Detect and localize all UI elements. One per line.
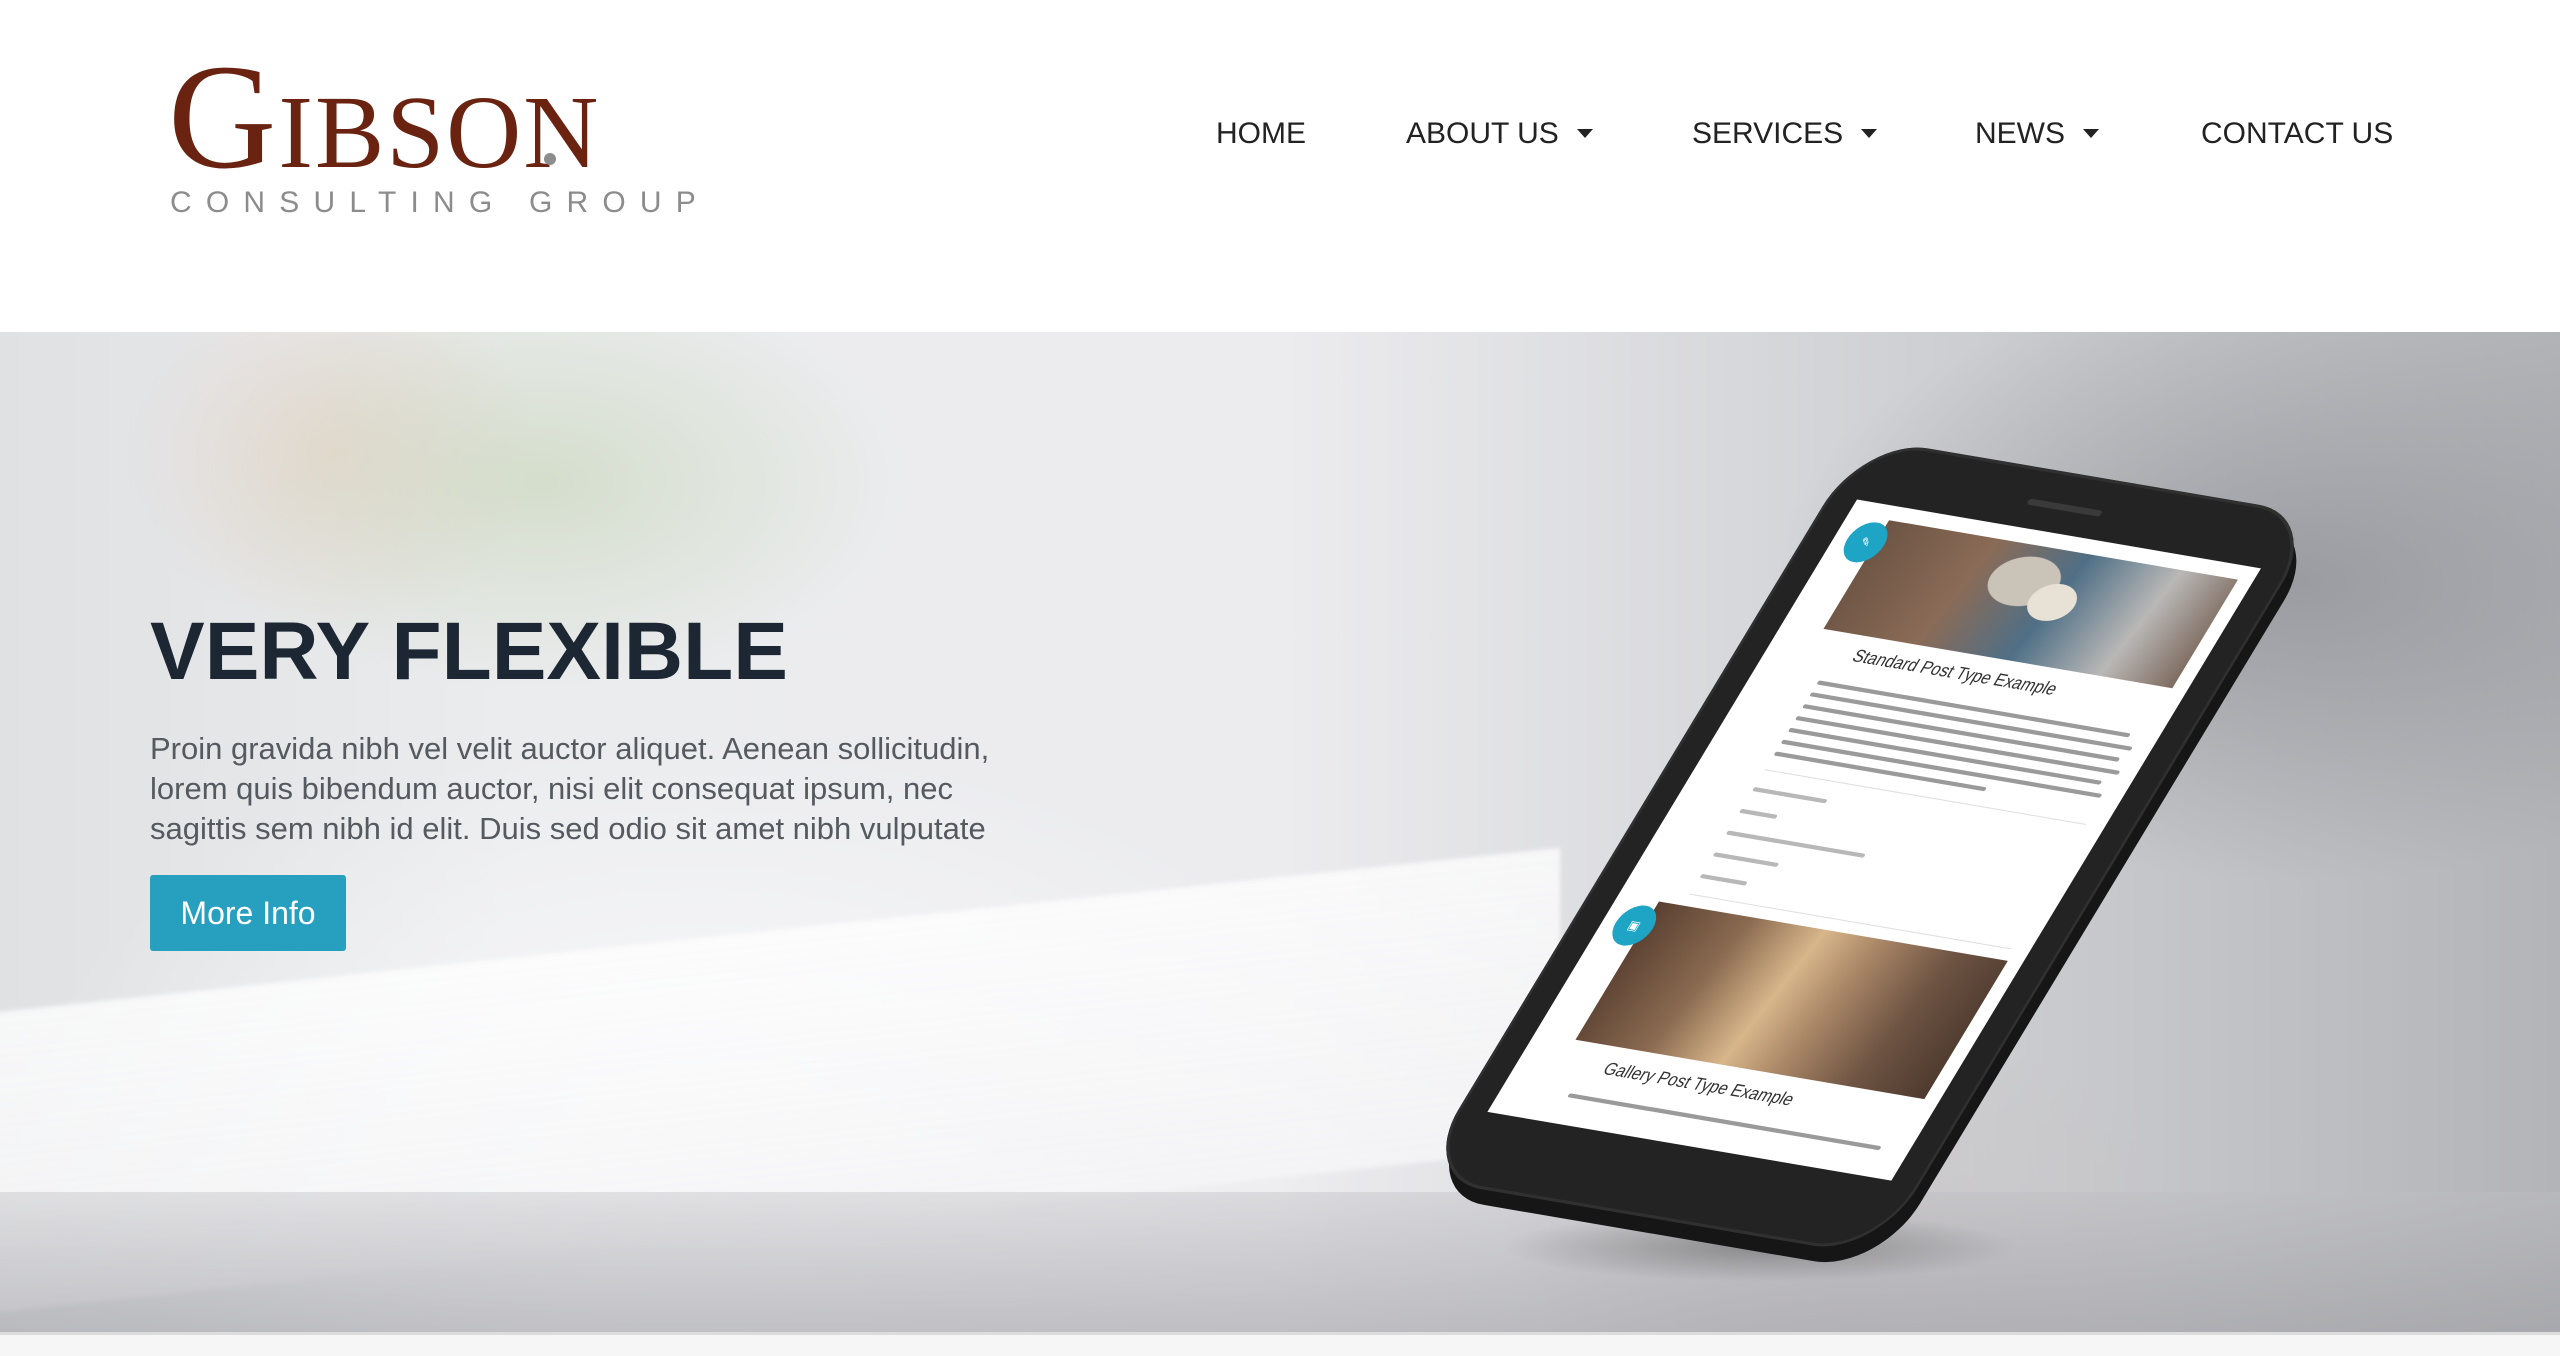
nav-item-label: SERVICES <box>1692 117 1844 150</box>
gibson-logo[interactable]: GIBSON CONSULTING GROUP <box>168 42 698 222</box>
logo-letter-o: O <box>446 75 524 190</box>
hero-slider: VERY FLEXIBLE Proin gravida nibh vel vel… <box>0 332 2560 1332</box>
logo-dot-icon <box>544 153 556 165</box>
post-meta-comments <box>1712 852 1780 868</box>
post-meta-date <box>1751 786 1828 804</box>
hero-description-line: sagittis sem nibh id elit. Duis sed odio… <box>150 811 986 846</box>
caret-down-icon <box>1576 128 1593 138</box>
site-header: GIBSON CONSULTING GROUP HOME ABOUT US SE… <box>0 0 2560 332</box>
caret-down-icon <box>2083 128 2099 138</box>
caret-down-icon <box>1861 128 1878 138</box>
nav-item-news[interactable]: NEWS <box>1975 112 2099 156</box>
logo-letters-ibs: IBS <box>278 75 447 190</box>
nav-item-contact-us[interactable]: CONTACT US <box>2201 112 2393 156</box>
hero-description-line: Proin gravida nibh vel velit auctor aliq… <box>150 731 990 766</box>
hero-description: Proin gravida nibh vel velit auctor aliq… <box>150 729 1050 849</box>
logo-letter-g: G <box>168 34 279 200</box>
nav-item-services[interactable]: SERVICES <box>1692 112 1878 156</box>
post-text-line <box>1567 1093 1882 1151</box>
nav-item-label: NEWS <box>1975 117 2065 150</box>
hero-background-floor <box>0 1192 2560 1332</box>
post-meta-author <box>1738 808 1778 819</box>
more-info-button[interactable]: More Info <box>150 875 346 951</box>
hero-title: VERY FLEXIBLE <box>150 606 788 697</box>
logo-subtitle: CONSULTING GROUP <box>170 186 711 219</box>
nav-item-label: CONTACT US <box>2201 117 2394 150</box>
nav-item-about-us[interactable]: ABOUT US <box>1406 112 1593 156</box>
logo-wordmark: GIBSON <box>168 42 601 198</box>
nav-item-label: ABOUT US <box>1406 117 1559 150</box>
post-meta-tags <box>1725 830 1866 858</box>
nav-item-label: HOME <box>1216 117 1306 150</box>
logo-letter-n: N <box>523 75 601 190</box>
nav-item-home[interactable]: HOME <box>1216 112 1306 156</box>
section-divider <box>0 1332 2560 1356</box>
post-meta-more <box>1699 873 1748 886</box>
hero-description-line: lorem quis bibendum auctor, nisi elit co… <box>150 771 953 806</box>
phone-speaker <box>2026 498 2104 517</box>
